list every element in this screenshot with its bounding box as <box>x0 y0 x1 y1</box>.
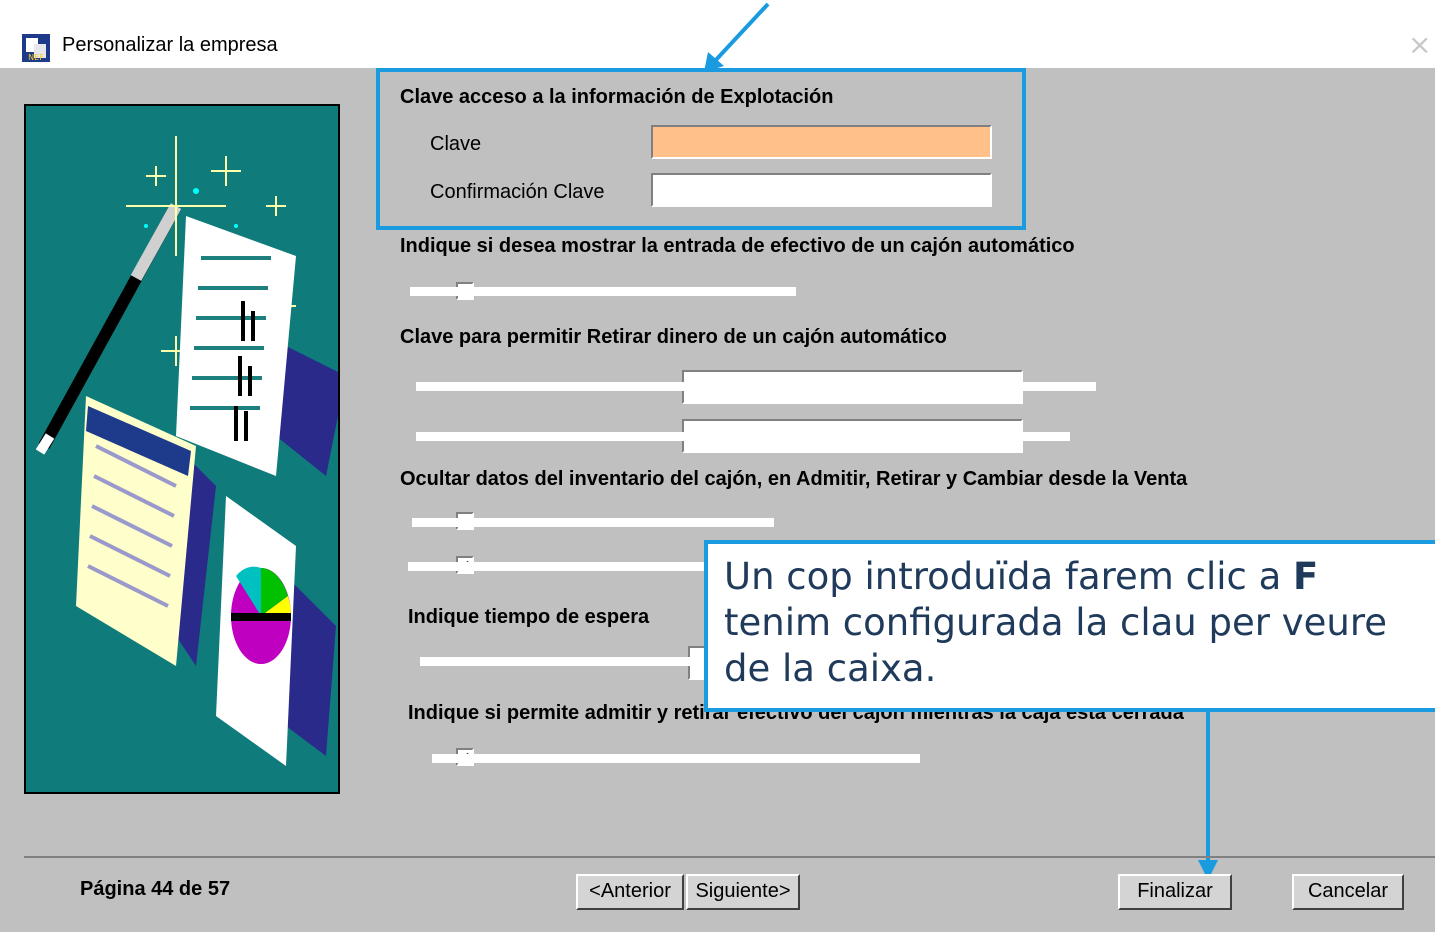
redaction-bar <box>432 754 920 763</box>
finish-button[interactable]: Finalizar <box>1118 874 1232 910</box>
callout-arrow-icon <box>704 2 770 72</box>
page-indicator: Página 44 de 57 <box>80 878 231 900</box>
annotation-text: Un cop introduïda farem clic a F tenim c… <box>724 554 1424 692</box>
redaction-bar <box>416 382 1096 391</box>
redaction-bar <box>412 518 774 527</box>
annotation-note: Un cop introduïda farem clic a F tenim c… <box>704 540 1435 712</box>
window-title: Personalizar la empresa <box>62 34 278 56</box>
close-icon[interactable]: × <box>1408 28 1431 61</box>
cash-entry-header: Indique si desea mostrar la entrada de e… <box>400 235 1075 257</box>
clave-input[interactable] <box>651 125 992 159</box>
annotation-bold-letter: F <box>1293 555 1319 598</box>
wizard-app-icon: NEF <box>22 34 50 62</box>
annotation-line: tenim configurada la clau per veure <box>724 601 1388 644</box>
hide-inventory-header: Ocultar datos del inventario del cajón, … <box>400 468 1188 490</box>
annotation-line: Un cop introduïda farem clic a F <box>724 555 1319 598</box>
wait-time-header: Indique tiempo de espera <box>408 606 650 628</box>
redaction-bar <box>410 287 796 296</box>
redaction-bar <box>408 562 708 571</box>
confirm-clave-input[interactable] <box>651 173 992 207</box>
next-button[interactable]: Siguiente> <box>686 874 800 910</box>
redaction-bar <box>420 657 710 666</box>
cancel-button[interactable]: Cancelar <box>1292 874 1404 910</box>
password-section-header: Clave acceso a la información de Explota… <box>400 86 834 108</box>
previous-button[interactable]: <Anterior <box>576 874 684 910</box>
svg-text:NEF: NEF <box>28 53 44 62</box>
redaction-bar <box>416 432 1070 441</box>
wizard-illustration <box>24 104 346 794</box>
footer-divider <box>24 856 1435 858</box>
clave-label: Clave <box>430 133 482 155</box>
confirm-clave-label: Confirmación Clave <box>430 181 605 203</box>
annotation-line: de la caixa. <box>724 647 937 690</box>
withdraw-header: Clave para permitir Retirar dinero de un… <box>400 326 947 348</box>
